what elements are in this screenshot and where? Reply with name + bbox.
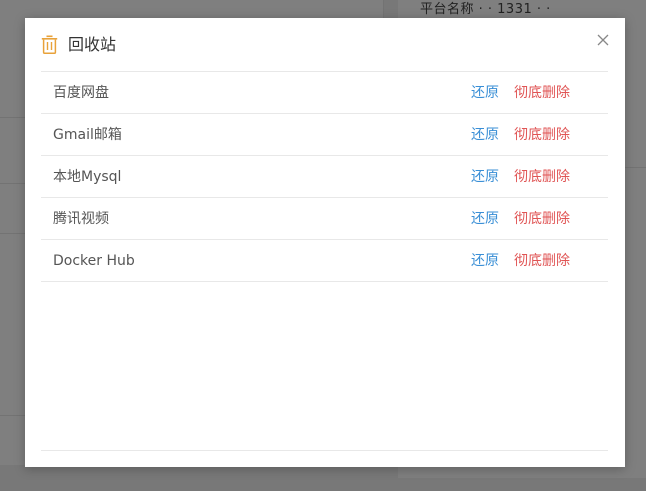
item-name: 百度网盘 [53, 85, 109, 101]
permanent-delete-button[interactable]: 彻底删除 [514, 251, 570, 271]
permanent-delete-button[interactable]: 彻底删除 [514, 209, 570, 229]
list-item: 本地Mysql 还原 彻底删除 [41, 156, 608, 198]
restore-button[interactable]: 还原 [471, 251, 499, 271]
trash-icon [41, 35, 58, 54]
dialog-header: 回收站 [25, 18, 625, 72]
list-item: Docker Hub 还原 彻底删除 [41, 240, 608, 282]
permanent-delete-button[interactable]: 彻底删除 [514, 167, 570, 187]
item-name: 腾讯视频 [53, 211, 109, 227]
deleted-items-list: 百度网盘 还原 彻底删除 Gmail邮箱 还原 彻底删除 本地Mysql 还原 … [41, 71, 608, 282]
restore-button[interactable]: 还原 [471, 209, 499, 229]
permanent-delete-button[interactable]: 彻底删除 [514, 83, 570, 103]
restore-button[interactable]: 还原 [471, 167, 499, 187]
dialog-title: 回收站 [68, 35, 117, 54]
list-item: 腾讯视频 还原 彻底删除 [41, 198, 608, 240]
list-item: Gmail邮箱 还原 彻底删除 [41, 114, 608, 156]
close-icon[interactable] [595, 32, 611, 48]
item-name: 本地Mysql [53, 169, 122, 185]
dialog-footer-divider [41, 450, 608, 451]
item-name: Docker Hub [53, 253, 135, 269]
permanent-delete-button[interactable]: 彻底删除 [514, 125, 570, 145]
restore-button[interactable]: 还原 [471, 83, 499, 103]
restore-button[interactable]: 还原 [471, 125, 499, 145]
recycle-bin-dialog: 回收站 百度网盘 还原 彻底删除 Gmail邮箱 还原 彻底删除 本地Mysql… [25, 18, 625, 467]
item-name: Gmail邮箱 [53, 127, 122, 143]
list-item: 百度网盘 还原 彻底删除 [41, 72, 608, 114]
